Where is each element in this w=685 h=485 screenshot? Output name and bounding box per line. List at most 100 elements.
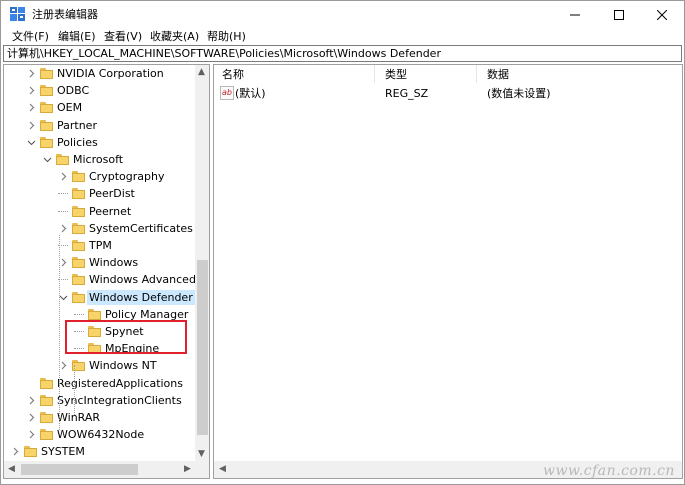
tree-item-label: Peernet: [89, 205, 132, 218]
maximize-icon: [614, 9, 624, 20]
menu-help[interactable]: 帮助(H): [207, 29, 246, 44]
tree-item[interactable]: Windows Advanced T: [4, 271, 195, 288]
scroll-up-icon[interactable]: ▲: [198, 68, 205, 77]
tree-item[interactable]: SystemCertificates: [4, 220, 195, 237]
tree-item-label: Cryptography: [89, 170, 165, 183]
folder-icon: [40, 429, 53, 440]
chevron-right-icon[interactable]: [59, 258, 68, 267]
folder-icon: [72, 171, 85, 182]
tree-item-label: OEM: [57, 101, 83, 114]
key-tree: NVIDIA Corporation ODBC OEM Partner Policies…: [4, 65, 195, 461]
tree-item[interactable]: SyncIntegrationClients: [4, 392, 195, 409]
tree-item[interactable]: ODBC: [4, 82, 195, 99]
tree-item-label: SYSTEM: [41, 445, 85, 458]
column-header-name[interactable]: 名称: [222, 67, 244, 82]
chevron-right-icon[interactable]: [27, 430, 36, 439]
scroll-right-icon[interactable]: ▶: [184, 465, 191, 474]
folder-icon: [56, 154, 69, 165]
key-tree-pane: NVIDIA Corporation ODBC OEM Partner Policies…: [3, 64, 210, 479]
minimize-button[interactable]: [555, 1, 595, 28]
chevron-down-icon[interactable]: [59, 293, 68, 302]
scroll-down-icon[interactable]: ▼: [198, 450, 205, 459]
tree-item[interactable]: SYSTEM: [4, 443, 195, 460]
scroll-left-icon[interactable]: ◀: [219, 465, 226, 474]
tree-item-label: Partner: [57, 119, 97, 132]
folder-icon: [72, 292, 85, 303]
menu-edit[interactable]: 编辑(E): [58, 29, 96, 44]
scrollbar-corner: [195, 461, 209, 478]
tree-item[interactable]: RegisteredApplications: [4, 375, 195, 392]
column-divider[interactable]: [476, 65, 477, 83]
value-name[interactable]: (默认): [235, 86, 266, 101]
column-header-data[interactable]: 数据: [487, 67, 509, 82]
chevron-right-icon[interactable]: [59, 361, 68, 370]
chevron-right-icon[interactable]: [27, 103, 36, 112]
close-button[interactable]: [642, 1, 682, 28]
column-header-type[interactable]: 类型: [385, 67, 407, 82]
address-bar[interactable]: 计算机\HKEY_LOCAL_MACHINE\SOFTWARE\Policies…: [3, 45, 682, 62]
tree-item[interactable]: Microsoft: [4, 151, 195, 168]
title-bar[interactable]: 注册表编辑器: [1, 1, 684, 28]
folder-icon: [72, 188, 85, 199]
tree-horizontal-scroll-thumb[interactable]: [21, 464, 138, 475]
tree-item-label: SystemCertificates: [89, 222, 193, 235]
string-value-icon: ab: [220, 86, 234, 100]
tree-item[interactable]: WOW6432Node: [4, 426, 195, 443]
folder-icon: [72, 223, 85, 234]
tree-connector-line: [58, 211, 68, 212]
column-divider[interactable]: [374, 65, 375, 83]
chevron-right-icon[interactable]: [27, 69, 36, 78]
folder-icon: [40, 395, 53, 406]
chevron-right-icon[interactable]: [27, 396, 36, 405]
tree-item[interactable]: Windows NT: [4, 357, 195, 374]
folder-icon: [24, 446, 37, 457]
tree-item[interactable]: Windows: [4, 254, 195, 271]
chevron-right-icon[interactable]: [27, 86, 36, 95]
tree-item[interactable]: Peernet: [4, 203, 195, 220]
annotation-highlight-box: [65, 320, 187, 354]
tree-vertical-scrollbar[interactable]: ▲ ▼: [195, 65, 209, 461]
tree-item[interactable]: NVIDIA Corporation: [4, 65, 195, 82]
folder-icon: [72, 240, 85, 251]
tree-item[interactable]: Policies: [4, 134, 195, 151]
folder-icon: [40, 137, 53, 148]
menu-favorites[interactable]: 收藏夹(A): [150, 29, 199, 44]
value-type: REG_SZ: [385, 87, 429, 100]
chevron-down-icon[interactable]: [27, 138, 36, 147]
tree-item[interactable]: Windows Defender: [4, 289, 195, 306]
chevron-right-icon[interactable]: [59, 224, 68, 233]
tree-item[interactable]: TPM: [4, 237, 195, 254]
menu-view[interactable]: 查看(V): [104, 29, 142, 44]
tree-connector-line: [59, 235, 60, 430]
maximize-button[interactable]: [599, 1, 639, 28]
chevron-down-icon[interactable]: [43, 155, 52, 164]
tree-item-label: Windows NT: [89, 359, 157, 372]
tree-connector-line: [74, 365, 75, 415]
chevron-right-icon[interactable]: [59, 172, 68, 181]
scroll-left-icon[interactable]: ◀: [8, 465, 15, 474]
folder-icon: [40, 68, 53, 79]
watermark: www.cfan.com.cn: [543, 463, 675, 479]
tree-horizontal-scrollbar[interactable]: ◀ ▶: [4, 461, 195, 478]
tree-item[interactable]: Partner: [4, 117, 195, 134]
tree-item[interactable]: Cryptography: [4, 168, 195, 185]
tree-item-label: WOW6432Node: [57, 428, 145, 441]
chevron-right-icon[interactable]: [27, 121, 36, 130]
tree-item[interactable]: PeerDist: [4, 185, 195, 202]
tree-item[interactable]: WinRAR: [4, 409, 195, 426]
tree-item-label: TPM: [89, 239, 112, 252]
menu-file[interactable]: 文件(F): [12, 29, 49, 44]
chevron-right-icon[interactable]: [11, 447, 20, 456]
tree-vertical-scroll-thumb[interactable]: [197, 260, 208, 435]
registry-editor-app-icon: [10, 7, 25, 21]
folder-icon: [40, 412, 53, 423]
tree-item-label: ODBC: [57, 84, 90, 97]
chevron-right-icon[interactable]: [27, 413, 36, 422]
tree-item-label: Windows: [89, 256, 139, 269]
registry-editor-window: 注册表编辑器 文件(F) 编辑(E) 查看(V) 收藏夹(A) 帮助(H) 计算…: [0, 0, 685, 485]
tree-item-label: PeerDist: [89, 187, 135, 200]
tree-connector-line: [58, 193, 68, 194]
tree-item[interactable]: OEM: [4, 99, 195, 116]
folder-icon: [72, 257, 85, 268]
tree-item-label: NVIDIA Corporation: [57, 67, 164, 80]
